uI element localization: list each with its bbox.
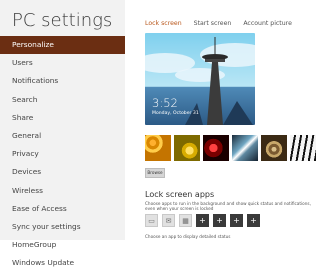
nav-item-windows-update[interactable]: Windows Update [0, 254, 125, 272]
nav-item-general[interactable]: General [0, 127, 125, 145]
nav-item-share[interactable]: Share [0, 109, 125, 127]
nav-item-notifications[interactable]: Notifications [0, 72, 125, 90]
lock-screen-preview: 3:52 Monday, October 31 [145, 33, 255, 125]
tab-start-screen[interactable]: Start screen [194, 20, 232, 27]
personalize-tabs: Lock screen Start screen Account picture [145, 20, 292, 27]
app-slot-calendar[interactable]: ▦ [179, 214, 192, 227]
add-icon: + [199, 216, 206, 225]
nav-item-homegroup[interactable]: HomeGroup [0, 236, 125, 254]
lock-time: 3:52 [152, 96, 178, 110]
lock-screen-apps-title: Lock screen apps [145, 190, 215, 199]
lock-screen-apps-description: Choose apps to run in the background and… [145, 201, 311, 212]
wallpaper-thumb-1[interactable] [145, 135, 171, 161]
lock-screen-app-slots: ▭ ✉ ▦ + + + + [145, 214, 260, 227]
app-slot-add-2[interactable]: + [213, 214, 226, 227]
nav-item-personalize[interactable]: Personalize [0, 36, 125, 55]
nav-item-devices[interactable]: Devices [0, 163, 125, 181]
browse-button[interactable]: Browse [145, 168, 165, 178]
add-icon: + [250, 216, 257, 225]
app-slot-mail[interactable]: ✉ [162, 214, 175, 227]
nav-item-ease-of-access[interactable]: Ease of Access [0, 200, 125, 218]
wallpaper-thumb-4[interactable] [232, 135, 258, 161]
wallpaper-thumb-3[interactable] [203, 135, 229, 161]
add-icon: + [233, 216, 240, 225]
app-slot-add-3[interactable]: + [230, 214, 243, 227]
nav-item-privacy[interactable]: Privacy [0, 145, 125, 163]
chat-icon: ▭ [148, 216, 155, 225]
settings-content-pane: Lock screen Start screen Account picture… [125, 0, 320, 240]
app-slot-add-1[interactable]: + [196, 214, 209, 227]
wallpaper-thumb-6[interactable] [290, 135, 316, 161]
wallpaper-thumb-5[interactable] [261, 135, 287, 161]
app-slot-add-4[interactable]: + [247, 214, 260, 227]
lock-date: Monday, October 31 [152, 111, 199, 116]
calendar-icon: ▦ [182, 216, 189, 225]
nav-item-wireless[interactable]: Wireless [0, 182, 125, 200]
add-icon: + [216, 216, 223, 225]
app-slot-chat[interactable]: ▭ [145, 214, 158, 227]
nav-item-sync-settings[interactable]: Sync your settings [0, 218, 125, 236]
mail-icon: ✉ [165, 216, 172, 225]
nav-item-users[interactable]: Users [0, 54, 125, 72]
nav-item-search[interactable]: Search [0, 91, 125, 109]
detailed-status-text: Choose an app to display detailed status [145, 234, 231, 239]
tab-account-picture[interactable]: Account picture [243, 20, 292, 27]
settings-nav-pane: PC settings Personalize Users Notificati… [0, 0, 125, 267]
wallpaper-thumb-2[interactable] [174, 135, 200, 161]
wallpaper-thumbnails [145, 135, 316, 161]
page-title: PC settings [12, 10, 113, 31]
tab-lock-screen[interactable]: Lock screen [145, 20, 182, 27]
settings-nav: Personalize Users Notifications Search S… [0, 36, 125, 272]
